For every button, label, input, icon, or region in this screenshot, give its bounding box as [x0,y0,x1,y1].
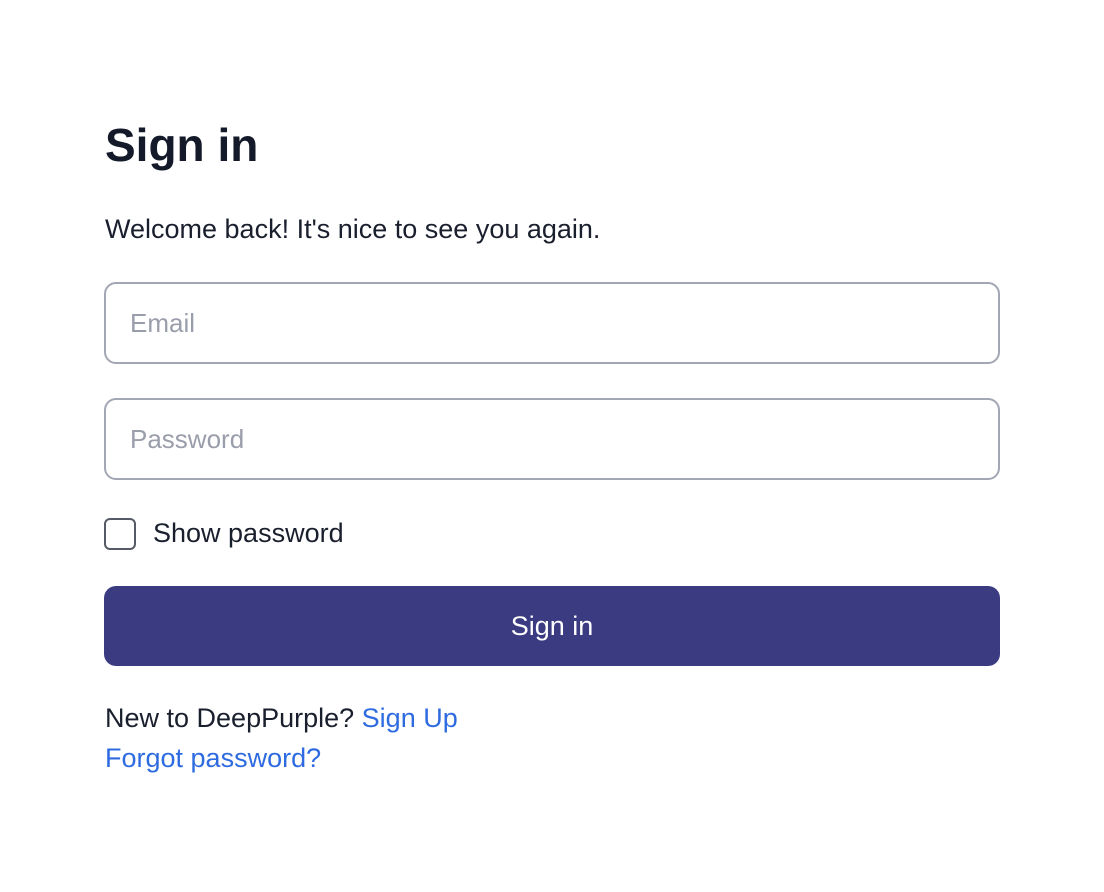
page-title: Sign in [105,119,259,171]
password-input[interactable] [104,398,1000,480]
sign-up-link[interactable]: Sign Up [362,703,458,733]
welcome-text: Welcome back! It's nice to see you again… [105,214,601,244]
signup-row: New to DeepPurple? Sign Up [105,703,458,734]
forgot-row: Forgot password? [105,743,321,774]
show-password-checkbox[interactable] [104,518,136,550]
signup-prompt: New to DeepPurple? [105,703,355,733]
email-input[interactable] [104,282,1000,364]
show-password-label[interactable]: Show password [153,518,344,549]
sign-in-button[interactable]: Sign in [104,586,1000,666]
forgot-password-link[interactable]: Forgot password? [105,743,321,773]
